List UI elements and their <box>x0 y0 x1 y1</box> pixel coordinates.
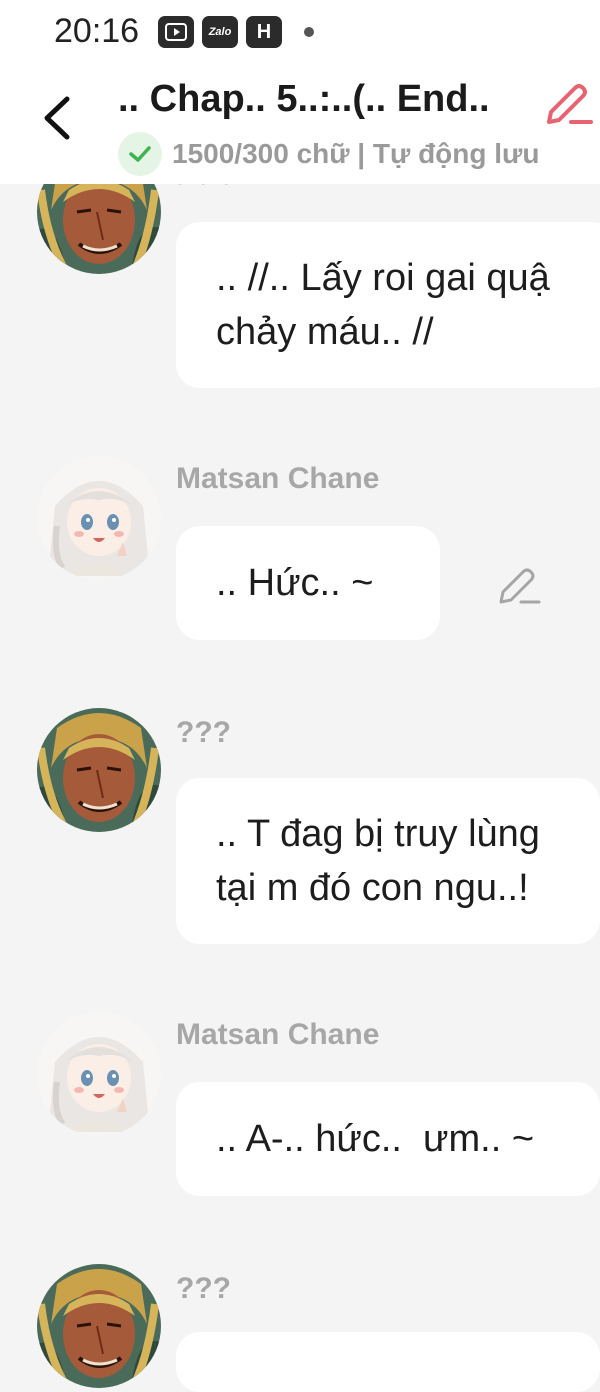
message-bubble[interactable]: .. //.. Lấy roi gai quậ chảy máu.. // <box>176 222 600 388</box>
back-button[interactable] <box>32 92 80 144</box>
edit-title-button[interactable] <box>543 78 593 126</box>
message-text: .. //.. Lấy roi gai quậ chảy máu.. // <box>216 257 550 353</box>
message-text: .. Hức.. ~ <box>216 562 374 604</box>
status-icons: Zalo H <box>158 16 314 48</box>
check-icon <box>118 132 162 176</box>
zalo-icon: Zalo <box>202 16 238 48</box>
h-app-icon: H <box>246 16 282 48</box>
pencil-icon <box>547 84 593 124</box>
edit-message-button[interactable] <box>497 562 541 606</box>
message-text: .. A-.. hức.. ưm.. ~ <box>216 1118 535 1160</box>
autosave-status: 1500/300 chữ | Tự động lưu <box>118 132 539 176</box>
message-bubble[interactable]: .. T đag bị truy lùng tại m đó con ngu..… <box>176 778 600 944</box>
word-count-autosave-label: 1500/300 chữ | Tự động lưu <box>172 138 540 169</box>
avatar-villain[interactable] <box>37 708 161 832</box>
message-text: .. T đag bị truy lùng tại m đó con ngu..… <box>216 813 540 909</box>
avatar-matsan[interactable] <box>37 456 161 580</box>
avatar-matsan[interactable] <box>37 1012 161 1136</box>
notification-dot-icon <box>304 27 314 37</box>
avatar-villain[interactable] <box>37 1264 161 1388</box>
status-time: 20:16 <box>54 12 140 50</box>
message-bubble[interactable]: .. A-.. hức.. ưm.. ~ <box>176 1082 600 1196</box>
message-bubble[interactable]: .. Hức.. ~ <box>176 526 440 640</box>
sender-name: ??? <box>176 1272 231 1305</box>
pencil-icon <box>499 568 541 604</box>
video-app-icon <box>158 16 194 48</box>
sender-name: Matsan Chane <box>176 462 380 495</box>
app-header: 20:16 Zalo H .. Chap.. 5..:..(.. End.. 1… <box>0 0 600 184</box>
chevron-left-icon <box>44 96 70 140</box>
page-title: .. Chap.. 5..:..(.. End.. <box>118 78 490 120</box>
message-bubble[interactable] <box>176 1332 600 1392</box>
sender-name: ??? <box>176 716 231 749</box>
sender-name: Matsan Chane <box>176 1018 380 1051</box>
